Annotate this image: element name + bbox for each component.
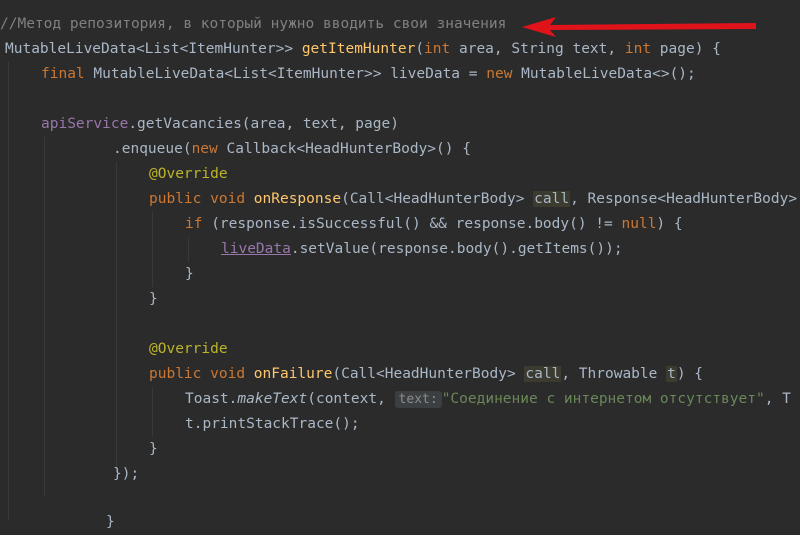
code-token: } [185,266,194,282]
code-token: .getVacancies(area, text, page) [128,116,399,132]
code-token: (Call<HeadHunterBody> [332,366,525,382]
static-method-name: makeText [237,391,308,407]
code-line-toast[interactable]: Toast.makeText(context, text: "Соединение… [185,387,800,412]
indent-guide [8,62,9,520]
field-name: liveData [221,241,291,257]
keyword: new [486,66,513,82]
code-line-close-callback[interactable]: }); [113,462,800,487]
code-token: } [149,441,158,457]
code-line-partial[interactable]: } [106,510,800,535]
keyword: int [424,41,451,57]
code-line-close-brace[interactable]: } [149,287,800,312]
code-line-enqueue[interactable]: .enqueue(new Callback<HeadHunterBody>() … [113,137,800,162]
code-token: Callback<HeadHunterBody>() { [217,141,471,157]
keyword: public [149,366,202,382]
code-line-live-data-decl[interactable]: final MutableLiveData<List<ItemHunter>> … [41,62,800,87]
code-comment: //Метод репозитория, в который нужно вво… [0,16,507,32]
code-line-set-value[interactable]: liveData.setValue(response.body().getIte… [221,237,800,262]
keyword: if [185,216,203,232]
parameter-hint: text: [394,391,442,408]
keyword: void [210,366,246,382]
indent-guide [152,212,153,287]
field-name: apiService [41,116,129,132]
highlighted-param: call [524,366,562,382]
code-line-override[interactable]: @Override [149,162,800,187]
code-token: ) { [656,216,683,232]
keyword: null [621,216,657,232]
code-token: } [149,291,158,307]
code-editor[interactable]: //Метод репозитория, в который нужно вво… [0,0,800,530]
code-line-on-response[interactable]: public void onResponse(Call<HeadHunterBo… [149,187,800,212]
indent-guide [116,162,117,472]
highlighted-param: call [533,191,571,207]
annotation: @Override [149,341,228,357]
method-name: onFailure [253,366,333,382]
keyword: void [210,191,246,207]
code-token: MutableLiveData<List<ItemHunter>> [5,41,302,57]
code-token: , T [764,391,791,407]
code-line-close-brace[interactable]: } [185,262,800,287]
keyword: final [41,66,85,82]
code-token: page) { [651,41,721,57]
method-name: getItemHunter [301,41,416,57]
indent-guide [152,387,153,437]
string-literal: "Соединение с интернетом отсутствует" [441,391,765,407]
code-token: ( [415,41,425,57]
code-line-on-failure[interactable]: public void onFailure(Call<HeadHunterBod… [149,362,800,387]
code-token: .enqueue( [113,141,192,157]
keyword: int [624,41,652,57]
code-token: (context, [307,391,395,407]
code-line-close-brace[interactable]: } [149,437,800,462]
annotation: @Override [149,166,228,182]
code-token: area, String text, [450,41,625,57]
code-token: Toast. [185,391,238,407]
keyword: new [191,141,218,157]
indent-guide [44,137,45,497]
code-token: , Response<HeadHunterBody> r [570,191,800,207]
code-token: t.printStackTrace(); [185,416,360,432]
code-token: (Call<HeadHunterBody> [341,191,534,207]
code-token: , Throwable [561,366,667,382]
highlighted-param: t [666,366,677,382]
indent-guide [188,237,189,262]
code-token: }); [113,466,140,482]
keyword: public [149,191,202,207]
code-line-print-stack-trace[interactable]: t.printStackTrace(); [185,412,800,437]
code-token: } [106,514,115,530]
method-name: onResponse [253,191,342,207]
code-line-override[interactable]: @Override [149,337,800,362]
code-line-api-call[interactable]: apiService.getVacancies(area, text, page… [41,112,800,137]
code-line-if[interactable]: if (response.isSuccessful() && response.… [185,212,800,237]
code-token: (response.isSuccessful() && response.bod… [202,216,622,232]
code-token: ) { [676,366,704,382]
code-token: .setValue(response.body().getItems()); [290,241,623,257]
code-token: MutableLiveData<>(); [512,66,696,82]
code-token: MutableLiveData<List<ItemHunter>> liveDa… [84,66,487,82]
code-line-method-signature[interactable]: MutableLiveData<List<ItemHunter>> getIte… [5,37,800,62]
